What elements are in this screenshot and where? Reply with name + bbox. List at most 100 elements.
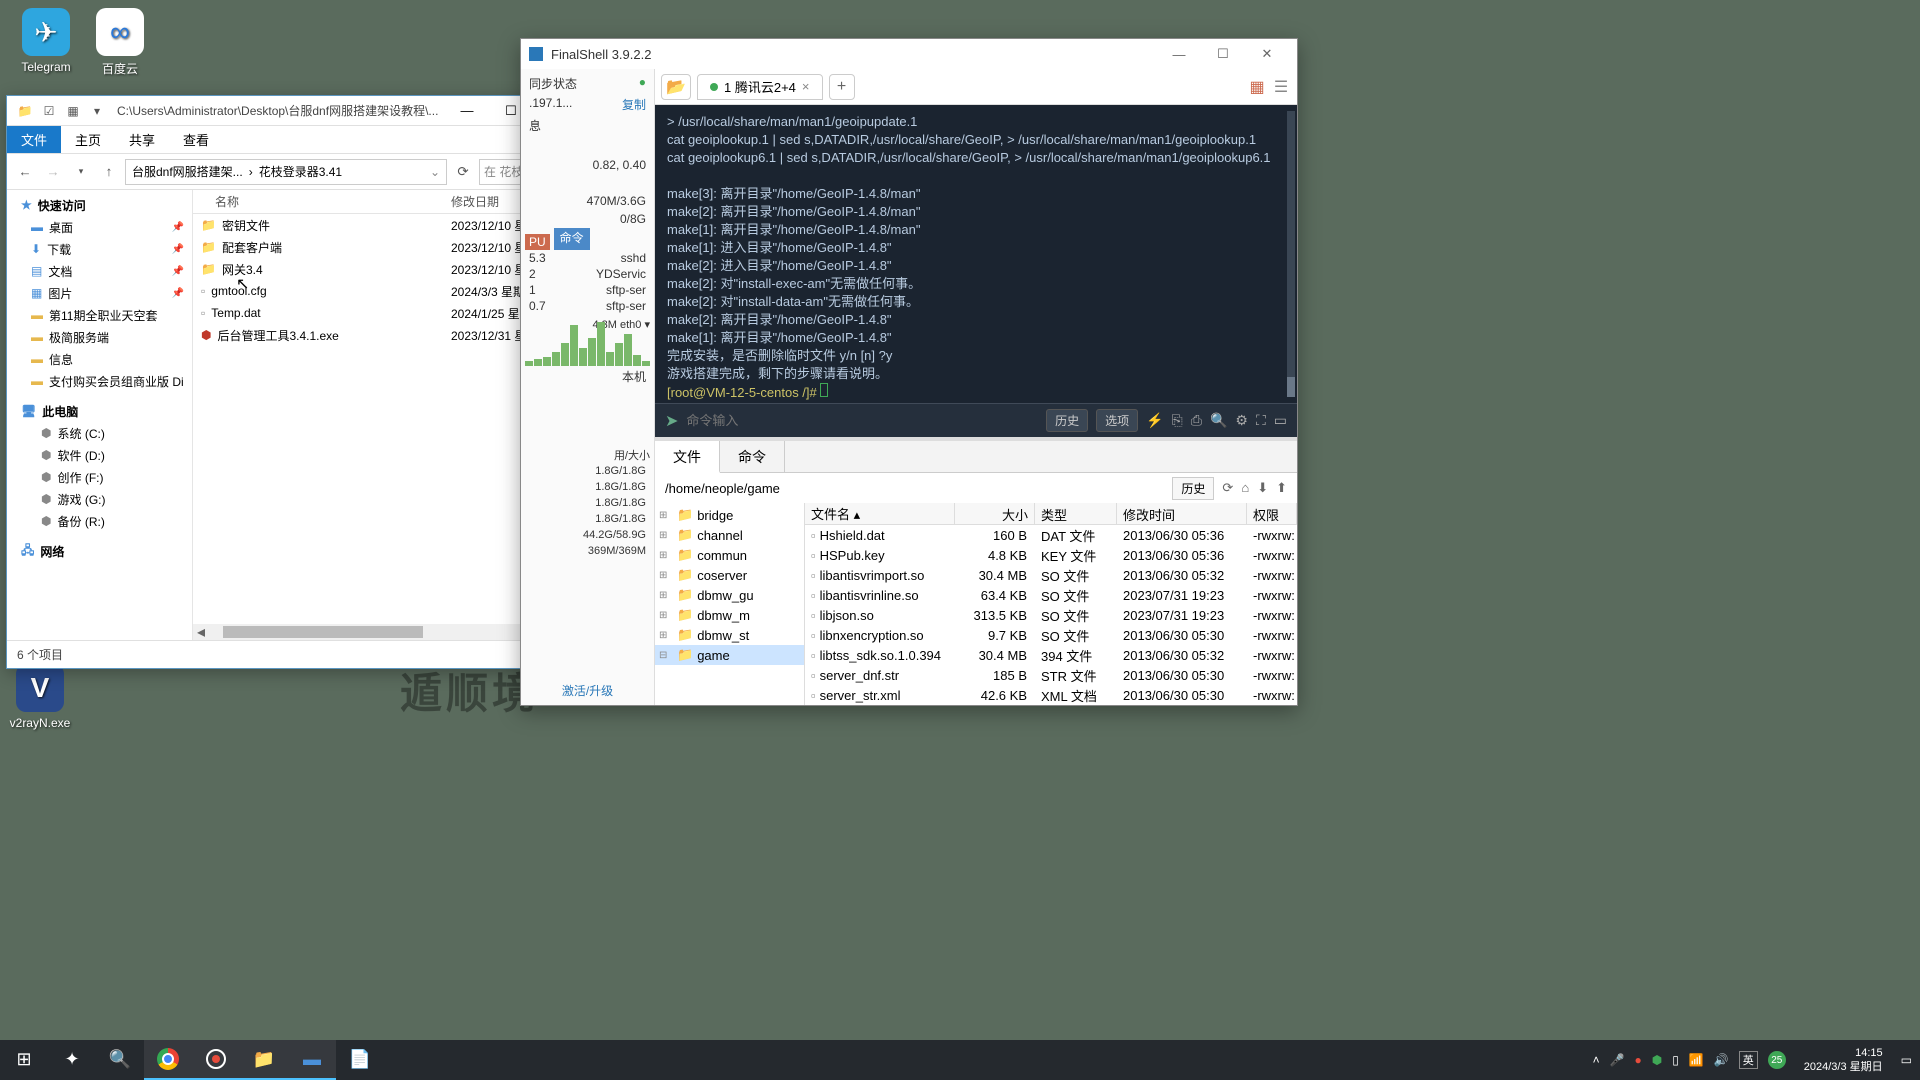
- nav-back-button[interactable]: ←: [13, 160, 37, 184]
- tree-item[interactable]: ⊞📁bridge: [655, 505, 804, 525]
- taskbar-chrome[interactable]: [144, 1040, 192, 1080]
- list-view-icon[interactable]: ☰: [1271, 77, 1291, 97]
- ribbon-home-tab[interactable]: 主页: [61, 126, 115, 153]
- tree-item[interactable]: ⊞📁dbmw_st: [655, 625, 804, 645]
- sidebar-item-folder4[interactable]: ▬支付购买会员组商业版 Di: [7, 370, 192, 392]
- remote-file-row[interactable]: ▫server_dnf.str185 BSTR 文件2013/06/30 05:…: [805, 665, 1297, 685]
- breadcrumb-2[interactable]: 花枝登录器3.41: [259, 163, 342, 180]
- tab-close-icon[interactable]: ×: [802, 79, 810, 94]
- fs-maximize-button[interactable]: ☐: [1201, 39, 1245, 69]
- taskbar-obs[interactable]: [192, 1040, 240, 1080]
- minimize-button[interactable]: —: [445, 96, 489, 126]
- task-view-button[interactable]: ✦: [48, 1040, 96, 1080]
- fcol-type[interactable]: 类型: [1035, 503, 1117, 524]
- nav-forward-button[interactable]: →: [41, 160, 65, 184]
- remote-file-row[interactable]: ▫Hshield.dat160 BDAT 文件2013/06/30 05:36-…: [805, 525, 1297, 545]
- nav-up-button[interactable]: ↑: [97, 160, 121, 184]
- remote-file-row[interactable]: ▫libnxencryption.so9.7 KBSO 文件2013/06/30…: [805, 625, 1297, 645]
- sidebar-item-documents[interactable]: ▤文档📌: [7, 260, 192, 282]
- tray-battery-icon[interactable]: ▯: [1672, 1053, 1679, 1067]
- sidebar-item-pictures[interactable]: ▦图片📌: [7, 282, 192, 304]
- options-button[interactable]: 选项: [1096, 409, 1138, 432]
- taskbar-notepad[interactable]: 📄: [336, 1040, 384, 1080]
- fcol-mtime[interactable]: 修改时间: [1117, 503, 1247, 524]
- taskbar-clock[interactable]: 14:15 2024/3/3 星期日: [1796, 1046, 1891, 1074]
- finalshell-titlebar[interactable]: FinalShell 3.9.2.2 — ☐ ✕: [521, 39, 1297, 69]
- tray-notifications-icon[interactable]: ▭: [1901, 1053, 1912, 1067]
- refresh-icon[interactable]: ⟳: [1222, 480, 1233, 496]
- paste-icon[interactable]: ⎙: [1191, 412, 1202, 429]
- tree-item[interactable]: ⊞📁dbmw_gu: [655, 585, 804, 605]
- sidebar-drive-r[interactable]: ⬢备份 (R:): [7, 510, 192, 532]
- sidebar-item-desktop[interactable]: ▬桌面📌: [7, 216, 192, 238]
- sidebar-this-pc[interactable]: 🖥此电脑: [7, 400, 192, 422]
- fullscreen-icon[interactable]: ⛶: [1256, 412, 1266, 429]
- sidebar-quick-access[interactable]: ★快速访问: [7, 194, 192, 216]
- explorer-titlebar[interactable]: 📁 ☑ ▦ ▾ C:\Users\Administrator\Desktop\台…: [7, 96, 581, 126]
- desktop-icon-v2rayn[interactable]: V v2rayN.exe: [6, 664, 74, 730]
- tray-chevron-icon[interactable]: ˄: [1593, 1053, 1600, 1067]
- col-name[interactable]: 名称: [193, 193, 443, 210]
- tray-record-icon[interactable]: ●: [1635, 1053, 1642, 1067]
- properties-icon[interactable]: ▦: [65, 103, 81, 119]
- history-button[interactable]: 历史: [1046, 409, 1088, 432]
- home-icon[interactable]: ⌂: [1241, 480, 1249, 496]
- tree-item[interactable]: ⊞📁coserver: [655, 565, 804, 585]
- activate-link[interactable]: 激活/升级: [521, 682, 654, 699]
- remote-file-row[interactable]: ▫HSPub.key4.8 KBKEY 文件2013/06/30 05:36-r…: [805, 545, 1297, 565]
- taskbar-explorer[interactable]: 📁: [240, 1040, 288, 1080]
- tree-item[interactable]: ⊞📁commun: [655, 545, 804, 565]
- fs-close-button[interactable]: ✕: [1245, 39, 1289, 69]
- tree-item[interactable]: ⊟📁game: [655, 645, 804, 665]
- sidebar-item-folder3[interactable]: ▬信息: [7, 348, 192, 370]
- monitor-icon[interactable]: ▭: [1274, 412, 1287, 429]
- path-history-button[interactable]: 历史: [1172, 477, 1214, 500]
- tray-ime[interactable]: 英: [1739, 1051, 1758, 1069]
- sidebar-item-folder2[interactable]: ▬极简服务端: [7, 326, 192, 348]
- sidebar-drive-f[interactable]: ⬢创作 (F:): [7, 466, 192, 488]
- fcol-size[interactable]: 大小: [955, 503, 1035, 524]
- search-icon[interactable]: 🔍: [1210, 412, 1227, 429]
- process-row[interactable]: 2YDServic: [525, 266, 650, 282]
- tray-badge[interactable]: 25: [1768, 1051, 1786, 1069]
- sidebar-drive-c[interactable]: ⬢系统 (C:): [7, 422, 192, 444]
- breadcrumb-1[interactable]: 台服dnf网服搭建架...: [132, 163, 243, 180]
- gear-icon[interactable]: ⚙: [1235, 412, 1248, 429]
- folder-open-button[interactable]: 📂: [661, 74, 691, 100]
- process-row[interactable]: 0.7sftp-ser: [525, 298, 650, 314]
- fcol-name[interactable]: 文件名 ▴: [805, 503, 955, 524]
- sidebar-drive-g[interactable]: ⬢游戏 (G:): [7, 488, 192, 510]
- nav-history-button[interactable]: ▾: [69, 160, 93, 184]
- address-bar[interactable]: 台服dnf网服搭建架... › 花枝登录器3.41 ⌄: [125, 159, 447, 185]
- desktop-icon-telegram[interactable]: ✈ Telegram: [12, 8, 80, 74]
- bolt-icon[interactable]: ⚡: [1146, 412, 1163, 429]
- tray-mic-icon[interactable]: 🎤: [1610, 1053, 1625, 1067]
- tray-volume-icon[interactable]: 🔊: [1714, 1053, 1729, 1067]
- new-tab-button[interactable]: +: [829, 74, 855, 100]
- sidebar-item-downloads[interactable]: ⬇下载📌: [7, 238, 192, 260]
- remote-file-row[interactable]: ▫server_str.xml42.6 KBXML 文档2013/06/30 0…: [805, 685, 1297, 705]
- ribbon-view-tab[interactable]: 查看: [169, 126, 223, 153]
- terminal[interactable]: > /usr/local/share/man/man1/geoipupdate.…: [655, 105, 1297, 403]
- process-row[interactable]: 1sftp-ser: [525, 282, 650, 298]
- cpu-tab[interactable]: PU: [525, 234, 550, 250]
- remote-file-row[interactable]: ▫libtss_sdk.so.1.0.39430.4 MB394 文件2013/…: [805, 645, 1297, 665]
- file-tab[interactable]: 文件: [655, 441, 720, 473]
- ribbon-file-tab[interactable]: 文件: [7, 126, 61, 153]
- copy-icon[interactable]: ⎘: [1172, 412, 1183, 429]
- cmd-tab[interactable]: 命令: [554, 228, 590, 250]
- remote-file-row[interactable]: ▫libjson.so313.5 KBSO 文件2023/07/31 19:23…: [805, 605, 1297, 625]
- sidebar-network[interactable]: 🖧网络: [7, 540, 192, 562]
- cmd-tab-2[interactable]: 命令: [720, 441, 785, 472]
- command-input[interactable]: [686, 413, 1038, 428]
- upload-icon[interactable]: ⬆: [1276, 480, 1287, 496]
- tree-item[interactable]: ⊞📁dbmw_m: [655, 605, 804, 625]
- tree-item[interactable]: ⊞📁channel: [655, 525, 804, 545]
- refresh-button[interactable]: ⟳: [451, 160, 475, 184]
- checkbox-icon[interactable]: ☑: [41, 103, 57, 119]
- path-input[interactable]: [665, 481, 1168, 496]
- dropdown-icon[interactable]: ▾: [89, 103, 105, 119]
- session-tab[interactable]: 1 腾讯云2+4 ×: [697, 74, 823, 100]
- sidebar-drive-d[interactable]: ⬢软件 (D:): [7, 444, 192, 466]
- send-arrow-icon[interactable]: ➤: [665, 411, 678, 431]
